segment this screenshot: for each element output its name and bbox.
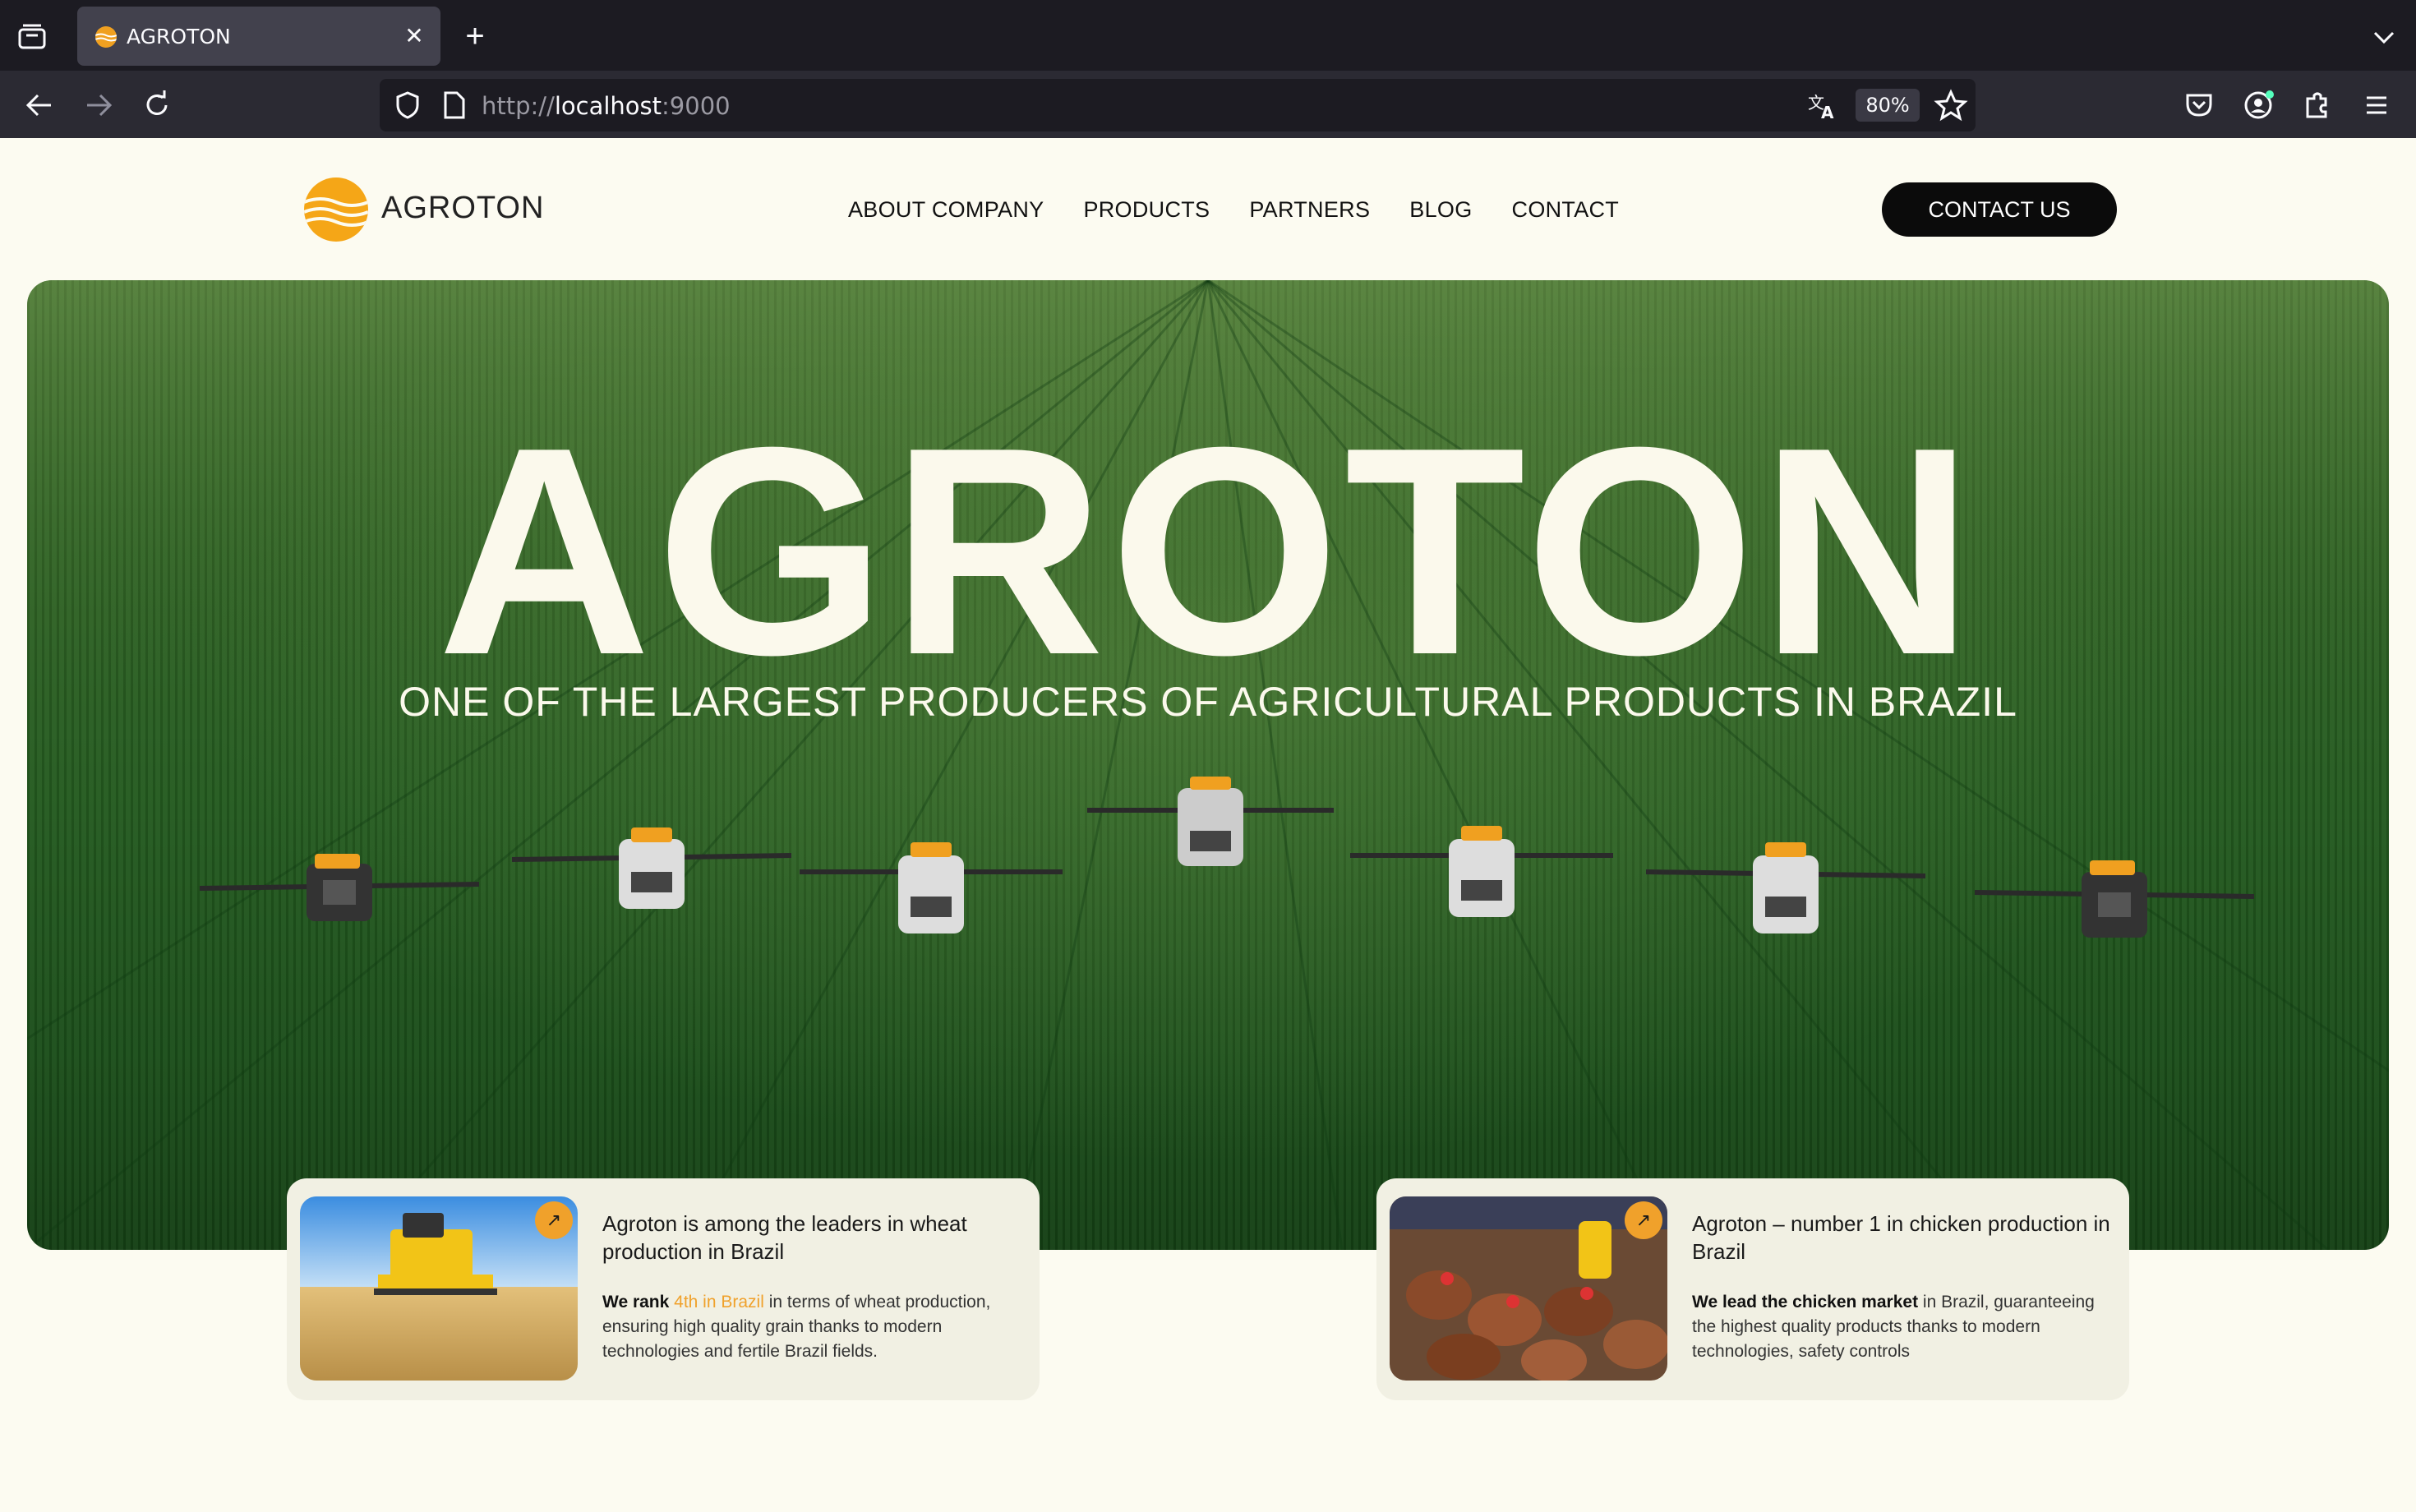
url-scheme: http:// [482,92,555,120]
url-host: localhost [554,92,662,120]
tab-title: AGROTON [127,25,231,48]
url-bar[interactable]: http://localhost:9000 文A 80% [380,79,1976,131]
reload-icon[interactable] [140,89,176,122]
nav-about-company[interactable]: ABOUT COMPANY [848,197,1044,223]
card-body: We lead the chicken market in Brazil, gu… [1692,1290,2111,1364]
new-tab-button[interactable]: + [457,18,493,54]
forward-arrow-icon[interactable] [81,89,117,122]
nav-products[interactable]: PRODUCTS [1083,197,1210,223]
shield-icon[interactable] [391,89,424,122]
nav-partners[interactable]: PARTNERS [1249,197,1370,223]
account-icon[interactable] [2240,87,2276,123]
contact-us-button[interactable]: CONTACT US [1882,182,2117,237]
arrow-up-right-icon[interactable]: ↗ [1625,1201,1662,1239]
puzzle-icon[interactable] [2299,87,2335,123]
svg-text:A: A [1821,103,1834,122]
sprayer-machine-icon [512,827,791,909]
back-arrow-icon[interactable] [21,89,58,122]
card-body: We rank 4th in Brazil in terms of wheat … [602,1290,1021,1364]
hamburger-menu-icon[interactable] [2358,87,2395,123]
card-title: Agroton is among the leaders in wheat pr… [602,1211,967,1264]
hero-title: AGROTON [437,386,1979,717]
logo-icon[interactable] [304,177,368,242]
hero-banner: AGROTON ONE OF THE LARGEST PRODUCERS OF … [27,280,2389,1250]
chicken-info-card[interactable]: ↗ Agroton – number 1 in chicken producti… [1376,1178,2129,1400]
nav-contact[interactable]: CONTACT [1512,197,1620,223]
wheat-info-card[interactable]: ↗ Agroton is among the leaders in wheat … [287,1178,1040,1400]
sprayer-machine-icon [800,842,1063,933]
sprayer-machine-icon [1087,777,1334,866]
main-nav: ABOUT COMPANY PRODUCTS PARTNERS BLOG CON… [848,197,1619,223]
site-header: AGROTON ABOUT COMPANY PRODUCTS PARTNERS … [0,138,2416,279]
zoom-level-badge[interactable]: 80% [1856,89,1920,122]
favicon-icon [95,26,117,48]
sprayer-machine-icon [1975,860,2254,938]
card-body-bold: We lead the chicken market [1692,1293,1919,1311]
hero-subtitle: ONE OF THE LARGEST PRODUCERS OF AGRICULT… [399,679,2017,725]
card-body-highlight: 4th in Brazil [674,1293,764,1311]
card-title: Agroton – number 1 in chicken production… [1692,1211,2110,1264]
pocket-icon[interactable] [2181,87,2217,123]
logo-text[interactable]: AGROTON [381,191,544,226]
sprayer-machine-icon [200,854,479,921]
star-icon[interactable] [1933,87,1969,123]
browser-tab-active[interactable]: AGROTON ✕ [77,7,440,66]
url-text: http://localhost:9000 [482,92,731,120]
sprayer-machine-icon [1646,842,1925,933]
nav-blog[interactable]: BLOG [1409,197,1472,223]
chevron-down-icon[interactable] [2367,20,2401,54]
url-port: :9000 [662,92,731,120]
browser-tab-strip: AGROTON ✕ + [0,0,2416,71]
page-icon[interactable] [439,89,468,122]
close-tab-icon[interactable]: ✕ [398,20,431,53]
translate-icon[interactable]: 文A [1805,87,1841,123]
tab-list-icon[interactable] [15,20,49,54]
card-body-bold: We rank [602,1293,675,1311]
sprayer-machine-icon [1350,826,1613,917]
arrow-up-right-icon[interactable]: ↗ [535,1201,573,1239]
